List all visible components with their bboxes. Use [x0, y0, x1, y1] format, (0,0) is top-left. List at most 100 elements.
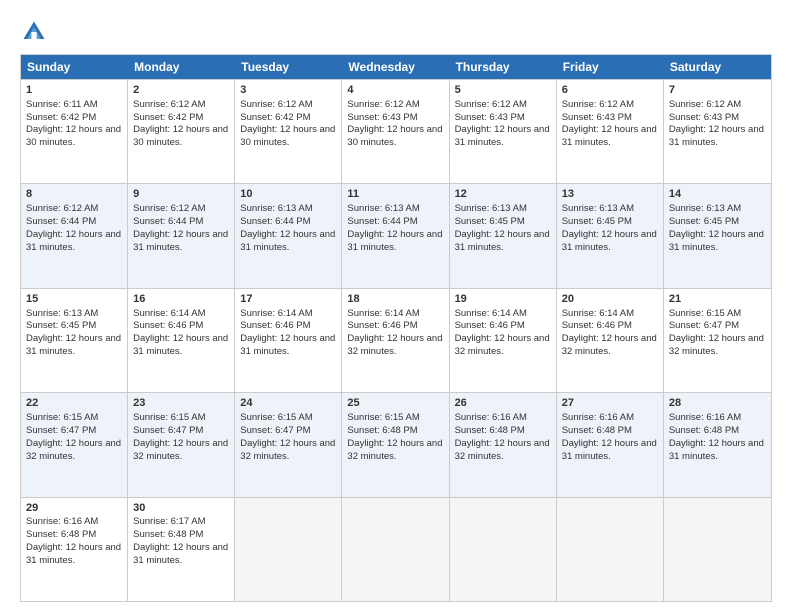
- logo: [20, 18, 52, 46]
- day-number: 23: [133, 396, 229, 411]
- sunrise-text: Sunrise: 6:13 AM: [669, 203, 741, 214]
- daylight-text: Daylight: 12 hours and 31 minutes.: [347, 229, 442, 253]
- day-number: 10: [240, 187, 336, 202]
- sunrise-text: Sunrise: 6:12 AM: [26, 203, 98, 214]
- daylight-text: Daylight: 12 hours and 32 minutes.: [455, 438, 550, 462]
- day-number: 7: [669, 83, 766, 98]
- sunset-text: Sunset: 6:48 PM: [26, 529, 96, 540]
- day-number: 24: [240, 396, 336, 411]
- sunrise-text: Sunrise: 6:13 AM: [240, 203, 312, 214]
- calendar-cell: 7Sunrise: 6:12 AMSunset: 6:43 PMDaylight…: [664, 80, 771, 183]
- header-day-saturday: Saturday: [664, 55, 771, 79]
- sunset-text: Sunset: 6:48 PM: [669, 425, 739, 436]
- day-number: 6: [562, 83, 658, 98]
- daylight-text: Daylight: 12 hours and 31 minutes.: [133, 229, 228, 253]
- daylight-text: Daylight: 12 hours and 31 minutes.: [562, 124, 657, 148]
- sunrise-text: Sunrise: 6:14 AM: [455, 308, 527, 319]
- sunrise-text: Sunrise: 6:12 AM: [562, 99, 634, 110]
- sunset-text: Sunset: 6:46 PM: [455, 320, 525, 331]
- sunset-text: Sunset: 6:47 PM: [669, 320, 739, 331]
- day-number: 8: [26, 187, 122, 202]
- sunrise-text: Sunrise: 6:17 AM: [133, 516, 205, 527]
- calendar-cell: 28Sunrise: 6:16 AMSunset: 6:48 PMDayligh…: [664, 393, 771, 496]
- sunset-text: Sunset: 6:42 PM: [133, 112, 203, 123]
- day-number: 4: [347, 83, 443, 98]
- sunset-text: Sunset: 6:45 PM: [562, 216, 632, 227]
- calendar-cell: 1Sunrise: 6:11 AMSunset: 6:42 PMDaylight…: [21, 80, 128, 183]
- sunset-text: Sunset: 6:43 PM: [562, 112, 632, 123]
- day-number: 21: [669, 292, 766, 307]
- daylight-text: Daylight: 12 hours and 31 minutes.: [455, 124, 550, 148]
- day-number: 1: [26, 83, 122, 98]
- sunrise-text: Sunrise: 6:12 AM: [240, 99, 312, 110]
- sunset-text: Sunset: 6:46 PM: [562, 320, 632, 331]
- sunset-text: Sunset: 6:43 PM: [455, 112, 525, 123]
- sunset-text: Sunset: 6:44 PM: [347, 216, 417, 227]
- day-number: 2: [133, 83, 229, 98]
- calendar-cell: 25Sunrise: 6:15 AMSunset: 6:48 PMDayligh…: [342, 393, 449, 496]
- sunrise-text: Sunrise: 6:11 AM: [26, 99, 98, 110]
- day-number: 20: [562, 292, 658, 307]
- sunset-text: Sunset: 6:47 PM: [240, 425, 310, 436]
- daylight-text: Daylight: 12 hours and 32 minutes.: [562, 333, 657, 357]
- sunset-text: Sunset: 6:48 PM: [347, 425, 417, 436]
- sunrise-text: Sunrise: 6:13 AM: [455, 203, 527, 214]
- header-day-wednesday: Wednesday: [342, 55, 449, 79]
- calendar-cell: 5Sunrise: 6:12 AMSunset: 6:43 PMDaylight…: [450, 80, 557, 183]
- sunrise-text: Sunrise: 6:15 AM: [669, 308, 741, 319]
- sunrise-text: Sunrise: 6:13 AM: [26, 308, 98, 319]
- calendar-row-4: 22Sunrise: 6:15 AMSunset: 6:47 PMDayligh…: [21, 392, 771, 496]
- calendar-cell: [342, 498, 449, 601]
- calendar-cell: 16Sunrise: 6:14 AMSunset: 6:46 PMDayligh…: [128, 289, 235, 392]
- calendar-cell: 13Sunrise: 6:13 AMSunset: 6:45 PMDayligh…: [557, 184, 664, 287]
- sunset-text: Sunset: 6:44 PM: [240, 216, 310, 227]
- sunrise-text: Sunrise: 6:15 AM: [133, 412, 205, 423]
- day-number: 9: [133, 187, 229, 202]
- calendar-row-1: 1Sunrise: 6:11 AMSunset: 6:42 PMDaylight…: [21, 79, 771, 183]
- calendar-cell: 10Sunrise: 6:13 AMSunset: 6:44 PMDayligh…: [235, 184, 342, 287]
- daylight-text: Daylight: 12 hours and 31 minutes.: [455, 229, 550, 253]
- day-number: 15: [26, 292, 122, 307]
- calendar-cell: 15Sunrise: 6:13 AMSunset: 6:45 PMDayligh…: [21, 289, 128, 392]
- sunset-text: Sunset: 6:43 PM: [347, 112, 417, 123]
- day-number: 25: [347, 396, 443, 411]
- day-number: 13: [562, 187, 658, 202]
- calendar-cell: 18Sunrise: 6:14 AMSunset: 6:46 PMDayligh…: [342, 289, 449, 392]
- calendar-cell: 21Sunrise: 6:15 AMSunset: 6:47 PM Dayligh…: [664, 289, 771, 392]
- day-number: 19: [455, 292, 551, 307]
- logo-icon: [20, 18, 48, 46]
- sunset-text: Sunset: 6:42 PM: [26, 112, 96, 123]
- sunset-text: Sunset: 6:46 PM: [240, 320, 310, 331]
- calendar-cell: 6Sunrise: 6:12 AM Sunset: 6:43 PMDaylight…: [557, 80, 664, 183]
- daylight-text: Daylight: 12 hours and 30 minutes.: [133, 124, 228, 148]
- calendar-cell: 24Sunrise: 6:15 AMSunset: 6:47 PMDayligh…: [235, 393, 342, 496]
- calendar-cell: 17Sunrise: 6:14 AMSunset: 6:46 PMDayligh…: [235, 289, 342, 392]
- sunrise-text: Sunrise: 6:14 AM: [133, 308, 205, 319]
- calendar-cell: 4Sunrise: 6:12 AM Sunset: 6:43 PMDaylight…: [342, 80, 449, 183]
- day-number: 29: [26, 501, 122, 516]
- calendar-cell: [235, 498, 342, 601]
- day-number: 12: [455, 187, 551, 202]
- day-number: 28: [669, 396, 766, 411]
- day-number: 3: [240, 83, 336, 98]
- calendar-cell: 8Sunrise: 6:12 AMSunset: 6:44 PMDaylight…: [21, 184, 128, 287]
- calendar-cell: 9Sunrise: 6:12 AMSunset: 6:44 PMDaylight…: [128, 184, 235, 287]
- day-number: 16: [133, 292, 229, 307]
- calendar-cell: 23Sunrise: 6:15 AM Sunset: 6:47 PM Dayligh…: [128, 393, 235, 496]
- daylight-text: Daylight: 12 hours and 32 minutes.: [669, 333, 764, 357]
- calendar-cell: [450, 498, 557, 601]
- sunrise-text: Sunrise: 6:13 AM: [347, 203, 419, 214]
- calendar-body: 1Sunrise: 6:11 AMSunset: 6:42 PMDaylight…: [21, 79, 771, 601]
- sunset-text: Sunset: 6:47 PM: [133, 425, 203, 436]
- sunrise-text: Sunrise: 6:12 AM: [133, 99, 205, 110]
- daylight-text: Daylight: 12 hours and 31 minutes.: [562, 438, 657, 462]
- daylight-text: Daylight: 12 hours and 32 minutes.: [133, 438, 228, 462]
- sunrise-text: Sunrise: 6:12 AM: [347, 99, 419, 110]
- header-day-tuesday: Tuesday: [235, 55, 342, 79]
- sunset-text: Sunset: 6:44 PM: [133, 216, 203, 227]
- day-number: 18: [347, 292, 443, 307]
- daylight-text: Daylight: 12 hours and 31 minutes.: [26, 333, 121, 357]
- header: [20, 18, 772, 46]
- calendar-cell: 11Sunrise: 6:13 AMSunset: 6:44 PMDayligh…: [342, 184, 449, 287]
- daylight-text: Daylight: 12 hours and 30 minutes.: [347, 124, 442, 148]
